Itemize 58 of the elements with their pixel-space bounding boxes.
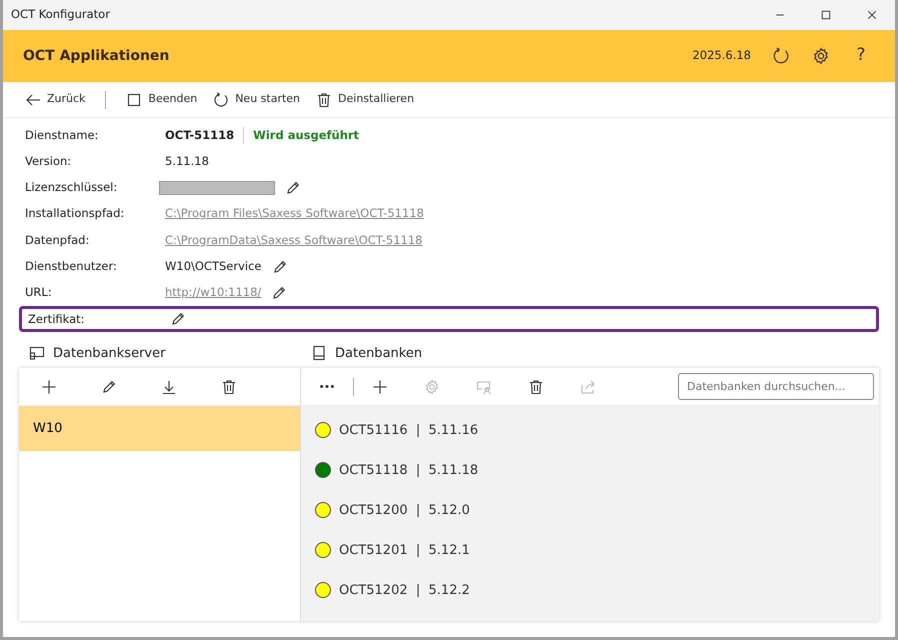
field-label: URL:: [25, 284, 53, 302]
pencil-icon: [101, 378, 117, 395]
field-value: 5.11.18: [165, 152, 209, 170]
square-icon: [126, 92, 142, 108]
trash-icon: [221, 378, 237, 395]
database-icon: [311, 345, 327, 362]
toolbar-button[interactable]: Beenden: [120, 87, 204, 112]
trash-icon: [316, 92, 332, 108]
database-name[interactable]: OCT51201 | 5.12.1: [339, 540, 470, 560]
field-label: Datenpfad:: [25, 232, 90, 249]
trash-icon: [528, 378, 544, 395]
screen-user-icon: [476, 378, 492, 395]
search-field[interactable]: Datenbanken durchsuchen...: [678, 373, 874, 400]
more-icon: [320, 385, 334, 388]
field-label: Dienstname:: [25, 126, 100, 144]
pencil-icon: [170, 311, 186, 328]
pencil-icon: [285, 180, 301, 196]
section-title: Datenbankserver: [53, 344, 166, 363]
help-button[interactable]: ?: [843, 40, 879, 72]
settings-icon: [424, 378, 440, 395]
database-name[interactable]: OCT51200 | 5.12.0: [339, 500, 470, 520]
plus-icon: [372, 378, 388, 395]
field-label: Version:: [25, 152, 72, 170]
share-icon: [580, 378, 596, 395]
field-label: Lizenzschlüssel:: [25, 179, 118, 196]
pencil-icon: [272, 258, 288, 275]
window-title: OCT Konfigurator: [11, 6, 110, 24]
download-icon: [161, 378, 177, 395]
monitor-icon: [29, 345, 45, 362]
database-name[interactable]: OCT51118 | 5.11.18: [339, 460, 478, 480]
path-link[interactable]: C:\ProgramData\Saxess Software\OCT-51118: [165, 232, 422, 249]
plus-icon: [41, 378, 57, 395]
toolbar-button[interactable]: Deinstallieren: [310, 87, 420, 112]
focused-row[interactable]: Zertifikat:: [19, 306, 879, 332]
refresh-icon: [772, 47, 790, 65]
field-label: Zertifikat:: [28, 310, 86, 328]
field-value: W10\OCTService: [165, 258, 262, 275]
help-label: ?: [856, 44, 866, 68]
restart-icon: [213, 92, 230, 108]
path-link[interactable]: http://w10:1118/: [165, 284, 262, 302]
field-label: Dienstbenutzer:: [25, 258, 118, 275]
field-value: OCT-51118: [165, 126, 234, 144]
back-arrow-icon: [25, 92, 41, 108]
toolbar-button[interactable]: Neu starten: [207, 87, 306, 112]
server-item[interactable]: W10: [19, 406, 300, 452]
database-name[interactable]: OCT51202 | 5.12.2: [339, 580, 470, 600]
settings-icon: [812, 47, 830, 65]
maximize-icon: [820, 9, 832, 21]
version-label: 2025.6.18: [692, 47, 751, 64]
close-icon: [866, 9, 878, 21]
toolbar-button[interactable]: Zurück: [19, 87, 92, 112]
status-text: Wird ausgeführt: [243, 126, 360, 144]
section-title: Datenbanken: [335, 344, 422, 363]
pencil-icon: [271, 284, 288, 301]
database-name[interactable]: OCT51116 | 5.11.16: [339, 420, 478, 440]
field-label: Installationspfad:: [25, 205, 126, 222]
path-link[interactable]: C:\Program Files\Saxess Software\OCT-51118: [165, 205, 424, 223]
app-title: OCT Applikationen: [23, 46, 170, 66]
